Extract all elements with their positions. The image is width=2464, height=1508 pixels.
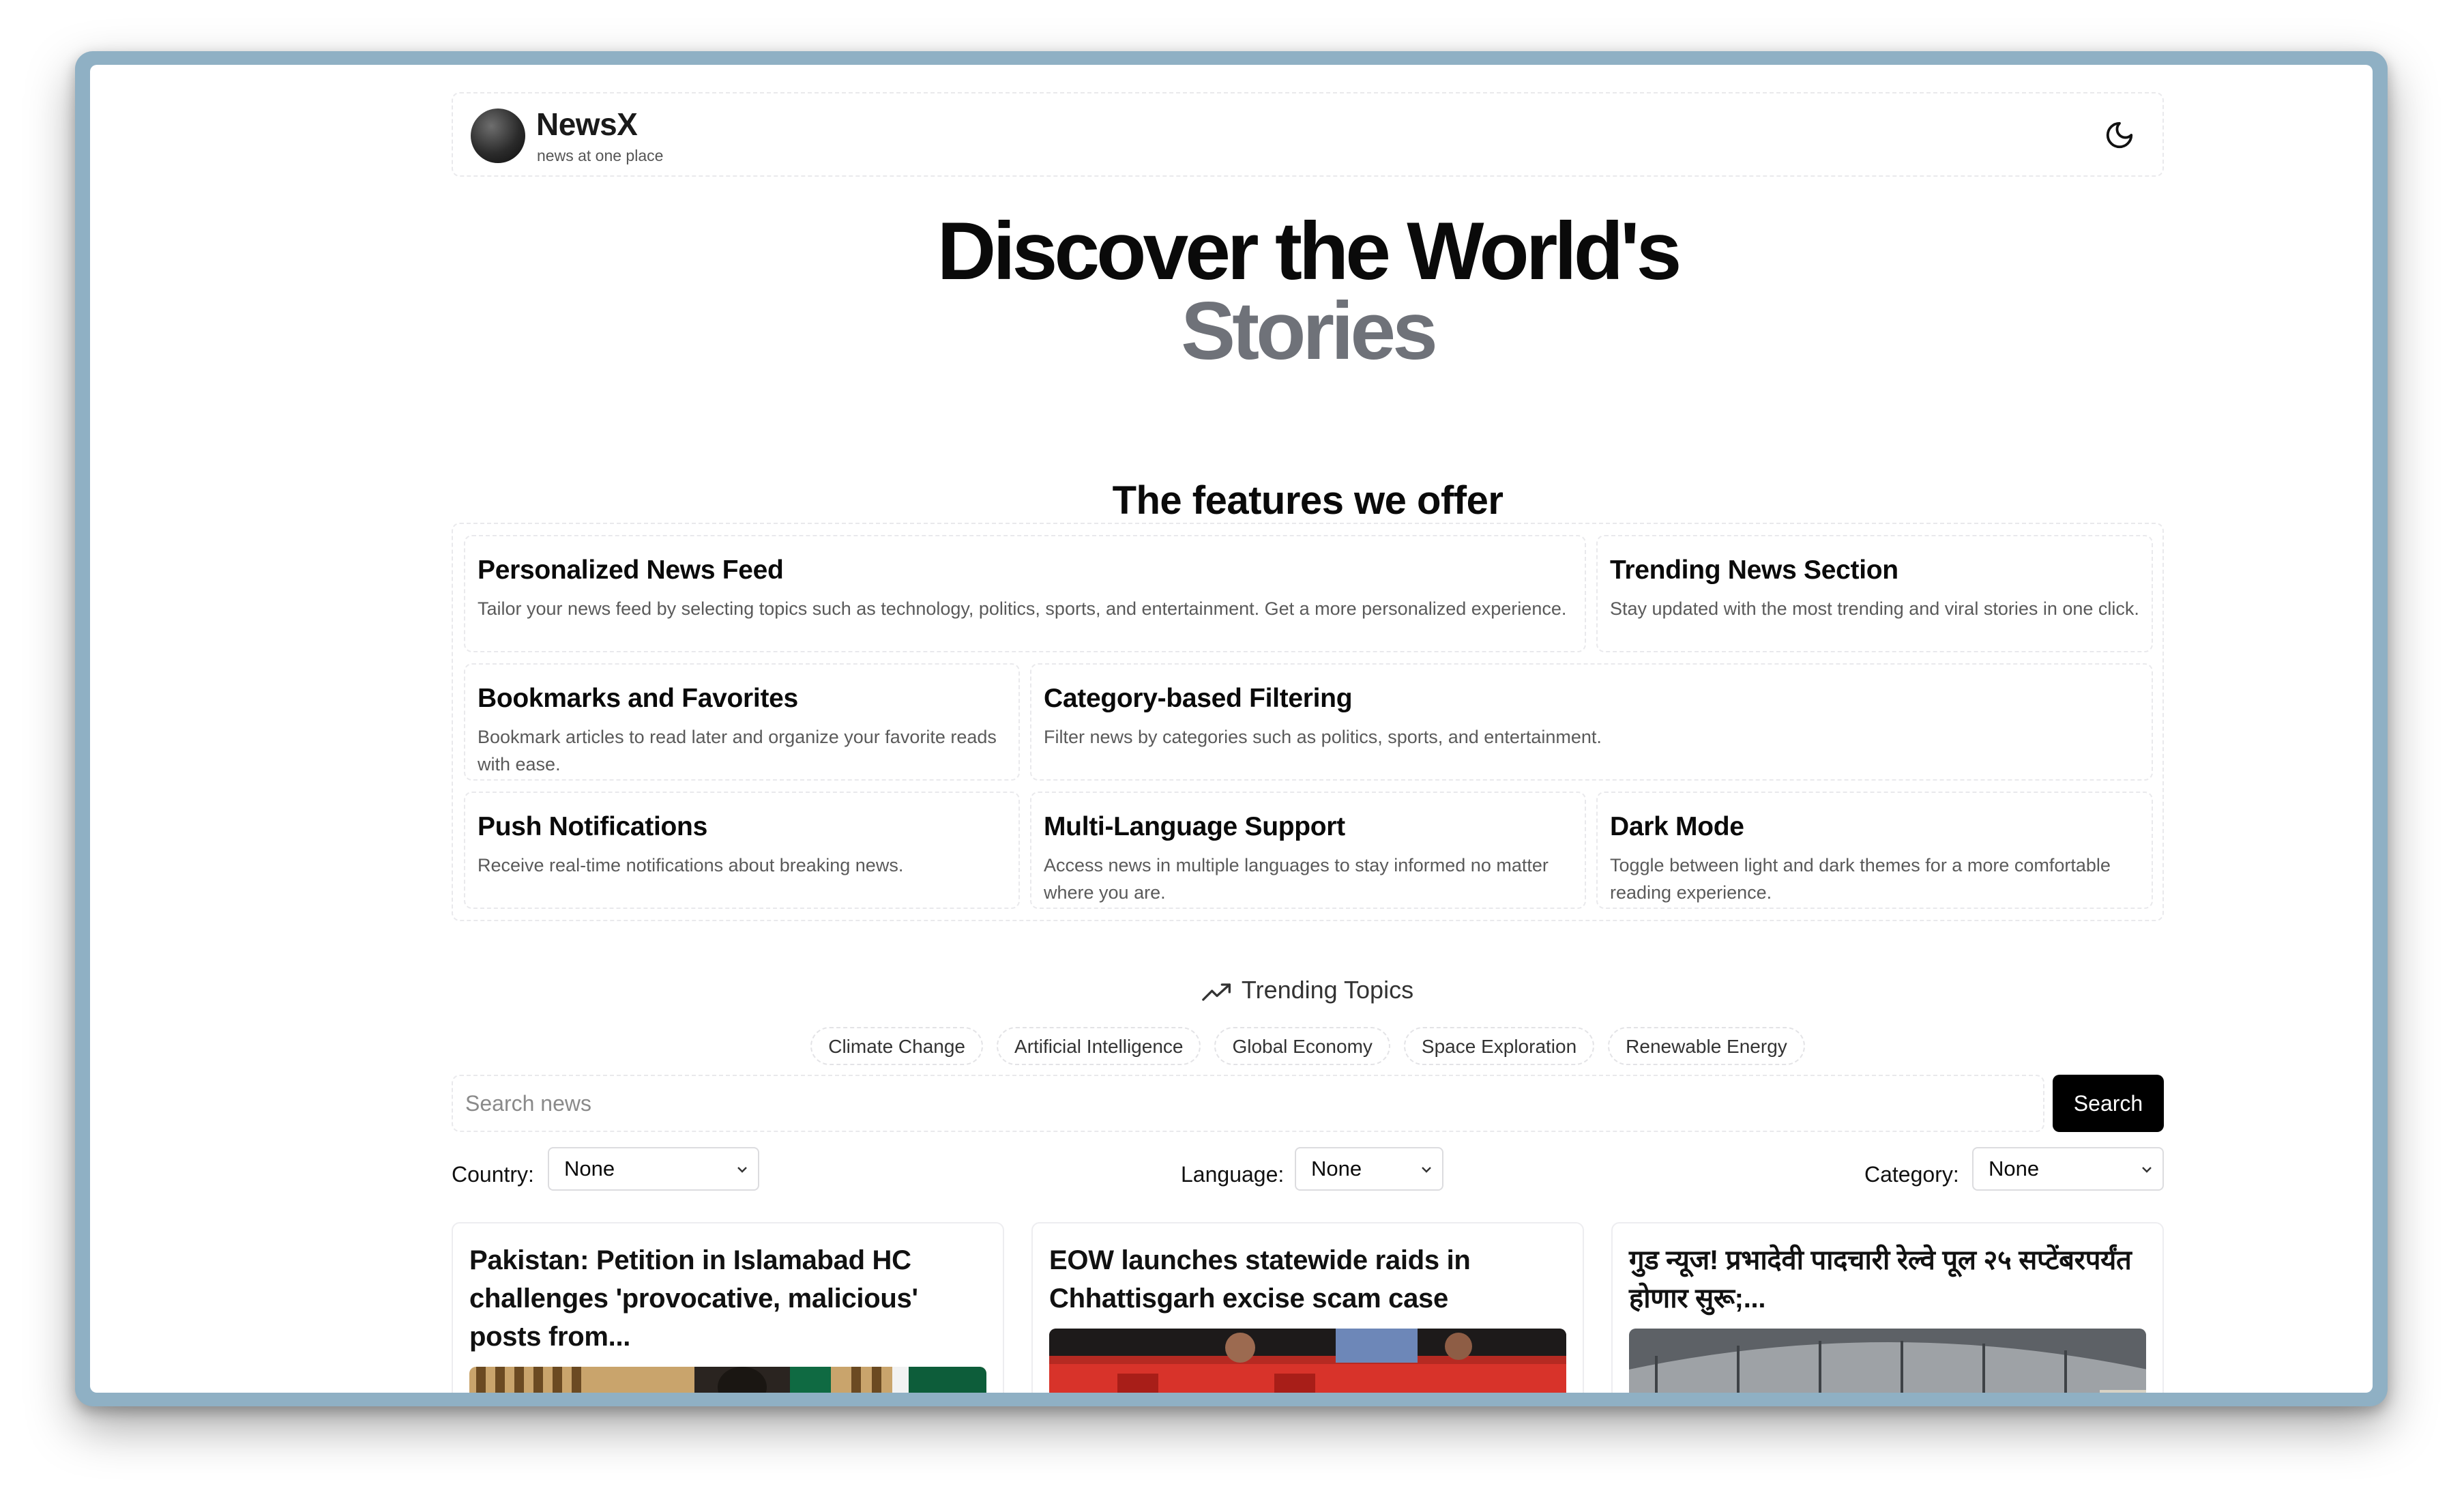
feature-title: Category-based Filtering	[1044, 684, 1353, 713]
feature-card-personalized-feed: Personalized News Feed Tailor your news …	[464, 535, 1586, 652]
news-image-illustration	[1049, 1329, 1566, 1393]
trending-topics: Climate Change Artificial Intelligence G…	[452, 1027, 2164, 1065]
news-image-illustration	[469, 1367, 986, 1393]
feature-desc: Stay updated with the most trending and …	[1610, 598, 2139, 619]
feature-card-trending: Trending News Section Stay updated with …	[1596, 535, 2153, 652]
trending-up-icon	[1202, 983, 1231, 1001]
news-card[interactable]: EOW launches statewide raids in Chhattis…	[1031, 1222, 1584, 1393]
logo-icon[interactable]	[471, 108, 525, 163]
language-select-value: None	[1311, 1157, 1362, 1180]
trending-title: Trending Topics	[1241, 976, 1414, 1004]
feature-card-category-filtering: Category-based Filtering Filter news by …	[1030, 663, 2153, 781]
feature-desc: Tailor your news feed by selecting topic…	[478, 598, 1567, 619]
news-card-image	[1629, 1329, 2146, 1393]
language-select[interactable]: None	[1295, 1147, 1443, 1191]
news-image-illustration	[1629, 1329, 2146, 1393]
language-label: Language:	[1181, 1162, 1285, 1187]
brand-name[interactable]: NewsX	[536, 106, 638, 143]
feature-title: Trending News Section	[1610, 555, 1898, 585]
news-card-image	[1049, 1329, 1566, 1393]
hero-title: Discover the World's	[937, 205, 1682, 297]
feature-desc: Toggle between light and dark themes for…	[1610, 855, 2111, 903]
window-frame: NewsX news at one place Discover the Wor…	[75, 51, 2388, 1406]
feature-card-bookmarks: Bookmarks and Favorites Bookmark article…	[464, 663, 1020, 781]
feature-desc: Access news in multiple languages to sta…	[1044, 855, 1549, 903]
moon-icon[interactable]	[2104, 119, 2135, 151]
main-column: NewsX news at one place Discover the Wor…	[452, 65, 2164, 1393]
feature-desc: Filter news by categories such as politi…	[1044, 727, 1602, 747]
feature-title: Multi-Language Support	[1044, 812, 1345, 841]
features-grid: Personalized News Feed Tailor your news …	[452, 523, 2164, 921]
feature-title: Personalized News Feed	[478, 555, 784, 585]
feature-card-push-notifications: Push Notifications Receive real-time not…	[464, 792, 1020, 909]
news-card-title[interactable]: EOW launches statewide raids in Chhattis…	[1049, 1241, 1566, 1318]
category-label: Category:	[1864, 1162, 1959, 1187]
category-select-value: None	[1989, 1157, 2040, 1180]
feature-card-dark-mode: Dark Mode Toggle between light and dark …	[1596, 792, 2153, 909]
news-card-title[interactable]: Pakistan: Petition in Islamabad HC chall…	[469, 1241, 986, 1356]
topic-chip-renewable-energy[interactable]: Renewable Energy	[1608, 1027, 1805, 1065]
news-card[interactable]: Pakistan: Petition in Islamabad HC chall…	[452, 1222, 1004, 1393]
trending-heading: Trending Topics	[452, 976, 2164, 1004]
feature-title: Bookmarks and Favorites	[478, 684, 798, 713]
browser-viewport: NewsX news at one place Discover the Wor…	[90, 65, 2373, 1393]
feature-desc: Receive real-time notifications about br…	[478, 855, 904, 875]
topic-chip-climate-change[interactable]: Climate Change	[810, 1027, 984, 1065]
category-select[interactable]: None	[1972, 1147, 2164, 1191]
features-heading: The features we offer	[1112, 478, 1504, 523]
feature-desc: Bookmark articles to read later and orga…	[478, 727, 997, 774]
feature-card-multi-language: Multi-Language Support Access news in mu…	[1030, 792, 1586, 909]
country-label: Country:	[452, 1162, 534, 1187]
feature-title: Push Notifications	[478, 812, 707, 841]
news-card-image	[469, 1367, 986, 1393]
hero-subtitle: Stories	[1181, 285, 1438, 377]
topic-chip-global-economy[interactable]: Global Economy	[1214, 1027, 1390, 1065]
country-select-value: None	[564, 1157, 615, 1180]
topic-chip-artificial-intelligence[interactable]: Artificial Intelligence	[997, 1027, 1201, 1065]
brand-tagline: news at one place	[537, 147, 664, 164]
topic-chip-space-exploration[interactable]: Space Exploration	[1403, 1027, 1595, 1065]
country-select[interactable]: None	[548, 1147, 759, 1191]
site-header: NewsX news at one place	[452, 92, 2164, 177]
search-button[interactable]: Search	[2053, 1075, 2164, 1132]
chevron-down-icon	[1422, 1167, 1431, 1173]
news-card[interactable]: गुड न्यूज! प्रभादेवी पादचारी रेल्वे पूल …	[1611, 1222, 2164, 1393]
search-input[interactable]	[452, 1075, 2044, 1132]
news-card-title[interactable]: गुड न्यूज! प्रभादेवी पादचारी रेल्वे पूल …	[1629, 1241, 2146, 1318]
feature-title: Dark Mode	[1610, 812, 1744, 841]
chevron-down-icon	[2142, 1167, 2152, 1173]
chevron-down-icon	[737, 1167, 747, 1173]
